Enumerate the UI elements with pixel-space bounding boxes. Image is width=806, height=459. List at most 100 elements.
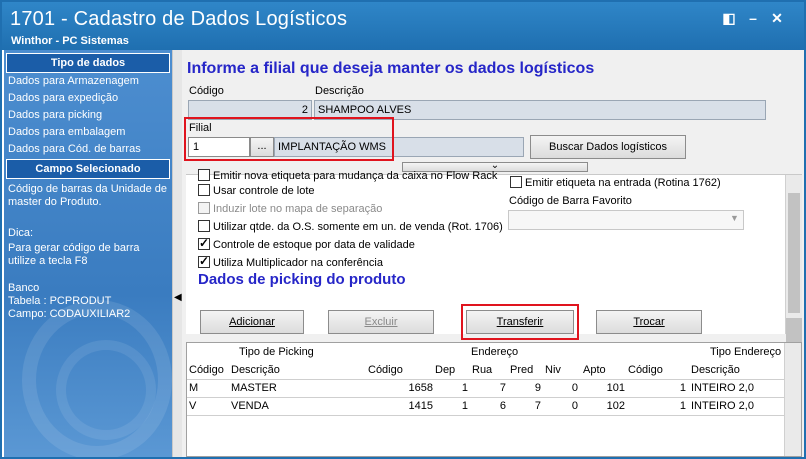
minimize-icon[interactable]: – bbox=[744, 10, 762, 26]
col-header-tipo-descricao[interactable]: Descrição bbox=[231, 364, 280, 376]
cell-rua: 7 bbox=[499, 382, 506, 394]
excluir-button: Excluir bbox=[328, 310, 434, 334]
sidebar-item-picking[interactable]: Dados para picking bbox=[4, 107, 172, 124]
title-bar: 1701 - Cadastro de Dados Logísticos Wint… bbox=[2, 2, 804, 50]
sidebar-item-embalagem[interactable]: Dados para embalagem bbox=[4, 124, 172, 141]
col-header-end-codigo[interactable]: Código bbox=[368, 364, 403, 376]
col-header-tipo-end-codigo[interactable]: Código bbox=[628, 364, 663, 376]
col-header-tipo-codigo[interactable]: Código bbox=[189, 364, 224, 376]
field-description: Código de barras da Unidade de master do… bbox=[8, 183, 168, 208]
sidebar: Tipo de dados Dados para Armazenagem Dad… bbox=[4, 50, 172, 457]
cell-tipo-descricao: VENDA bbox=[231, 400, 269, 412]
cell-apto: 102 bbox=[606, 400, 625, 412]
grid-scrollbar[interactable] bbox=[784, 343, 801, 456]
grid-row-divider bbox=[187, 397, 785, 398]
cell-pred: 9 bbox=[534, 382, 541, 394]
option-controle-validade[interactable]: Controle de estoque por data de validade bbox=[198, 236, 415, 254]
group-header-endereco: Endereço bbox=[471, 346, 519, 358]
cell-niv: 0 bbox=[571, 400, 578, 412]
cell-rua: 6 bbox=[499, 400, 506, 412]
sidebar-item-armazenagem[interactable]: Dados para Armazenagem bbox=[4, 73, 172, 90]
checkbox-induzir-lote bbox=[198, 202, 210, 214]
adicionar-label: Adicionar bbox=[229, 316, 275, 328]
col-header-pred[interactable]: Pred bbox=[510, 364, 533, 376]
col-header-niv[interactable]: Niv bbox=[545, 364, 561, 376]
cell-tipo-end-codigo: 1 bbox=[679, 382, 686, 394]
option-induzir-lote-label: Induzir lote no mapa de separação bbox=[213, 203, 383, 215]
checkbox-controle-lote[interactable] bbox=[198, 184, 210, 196]
grid-header-divider bbox=[187, 379, 785, 380]
checkbox-flow-rack[interactable] bbox=[198, 169, 210, 181]
option-controle-lote[interactable]: Usar controle de lote bbox=[198, 184, 315, 200]
checkbox-qtde-os[interactable] bbox=[198, 220, 210, 232]
option-qtde-os-label: Utilizar qtde. da O.S. somente em un. de… bbox=[213, 221, 503, 233]
cell-apto: 101 bbox=[606, 382, 625, 394]
col-header-rua[interactable]: Rua bbox=[472, 364, 492, 376]
barra-favorito-label: Código de Barra Favorito bbox=[509, 195, 632, 207]
codigo-label: Código bbox=[189, 85, 224, 97]
sidebar-section-tipo-de-dados: Tipo de dados bbox=[6, 53, 170, 73]
close-icon[interactable]: ✕ bbox=[768, 10, 786, 26]
option-flow-rack[interactable]: Emitir nova etiqueta para mudança da cai… bbox=[198, 169, 497, 185]
db-title: Banco bbox=[8, 282, 40, 294]
cell-tipo-codigo: V bbox=[189, 400, 197, 412]
collapse-left-icon[interactable]: ◀ bbox=[174, 292, 182, 303]
col-header-tipo-end-descricao[interactable]: Descrição bbox=[691, 364, 740, 376]
buscar-dados-button[interactable]: Buscar Dados logísticos bbox=[530, 135, 686, 159]
option-multiplicador[interactable]: Utiliza Multiplicador na conferência bbox=[198, 254, 383, 272]
picking-grid: Tipo de Picking Endereço Tipo Endereço C… bbox=[186, 342, 802, 457]
cell-tipo-descricao: MASTER bbox=[231, 382, 277, 394]
trocar-button[interactable]: Trocar bbox=[596, 310, 702, 334]
col-header-apto[interactable]: Apto bbox=[583, 364, 606, 376]
cell-dep: 1 bbox=[461, 382, 468, 394]
cell-pred: 7 bbox=[534, 400, 541, 412]
checkbox-multiplicador[interactable] bbox=[198, 254, 210, 268]
option-emitir-etiqueta-label: Emitir etiqueta na entrada (Rotina 1762) bbox=[525, 177, 721, 189]
form-heading: Informe a filial que deseja manter os da… bbox=[187, 60, 595, 77]
checkbox-emitir-etiqueta[interactable] bbox=[510, 176, 522, 188]
option-qtde-os[interactable]: Utilizar qtde. da O.S. somente em un. de… bbox=[198, 220, 503, 236]
sidebar-splitter[interactable]: ◀ bbox=[172, 50, 182, 457]
trocar-label: Trocar bbox=[633, 316, 665, 328]
tip-text: Para gerar código de barra utilize a tec… bbox=[8, 242, 140, 267]
group-header-tipo-endereco: Tipo Endereço bbox=[710, 346, 782, 358]
window-title: 1701 - Cadastro de Dados Logísticos bbox=[10, 8, 348, 30]
option-induzir-lote: Induzir lote no mapa de separação bbox=[198, 202, 382, 218]
cell-tipo-end-descricao: INTEIRO 2,0 bbox=[691, 382, 754, 394]
highlight-transferir bbox=[461, 304, 579, 340]
option-flow-rack-label: Emitir nova etiqueta para mudança da cai… bbox=[213, 170, 498, 182]
group-header-tipo-picking: Tipo de Picking bbox=[239, 346, 314, 358]
cell-niv: 0 bbox=[571, 382, 578, 394]
restore-icon[interactable]: ◧ bbox=[720, 10, 738, 26]
options-scrollbar[interactable] bbox=[785, 175, 802, 334]
option-controle-validade-label: Controle de estoque por data de validade bbox=[213, 239, 415, 251]
col-header-dep[interactable]: Dep bbox=[435, 364, 455, 376]
picking-heading: Dados de picking do produto bbox=[198, 271, 406, 288]
brand-watermark-inner-icon bbox=[56, 340, 156, 440]
tip-title: Dica: bbox=[8, 227, 34, 239]
descricao-label: Descrição bbox=[315, 85, 364, 97]
cell-end-codigo: 1658 bbox=[408, 382, 433, 394]
sidebar-item-expedicao[interactable]: Dados para expedição bbox=[4, 90, 172, 107]
sidebar-section-campo-selecionado: Campo Selecionado bbox=[6, 159, 170, 179]
option-multiplicador-label: Utiliza Multiplicador na conferência bbox=[213, 257, 383, 269]
cell-dep: 1 bbox=[461, 400, 468, 412]
excluir-label: Excluir bbox=[364, 316, 398, 328]
application-window: 1701 - Cadastro de Dados Logísticos Wint… bbox=[0, 0, 806, 459]
window-subtitle: Winthor - PC Sistemas bbox=[11, 35, 129, 47]
option-controle-lote-label: Usar controle de lote bbox=[213, 185, 315, 197]
checkbox-controle-validade[interactable] bbox=[198, 236, 210, 250]
chevron-down-icon[interactable]: ▼ bbox=[730, 213, 739, 223]
cell-tipo-end-descricao: INTEIRO 2,0 bbox=[691, 400, 754, 412]
grid-row-divider bbox=[187, 415, 785, 416]
highlight-filial bbox=[184, 117, 394, 161]
cell-tipo-codigo: M bbox=[189, 382, 199, 394]
barra-favorito-select[interactable] bbox=[508, 210, 744, 230]
cell-tipo-end-codigo: 1 bbox=[679, 400, 686, 412]
adicionar-button[interactable]: Adicionar bbox=[200, 310, 304, 334]
sidebar-item-cod-barras[interactable]: Dados para Cód. de barras bbox=[4, 141, 172, 158]
cell-end-codigo: 1415 bbox=[408, 400, 433, 412]
main-panel: Informe a filial que deseja manter os da… bbox=[182, 50, 804, 457]
options-scrollbar-thumb[interactable] bbox=[788, 193, 800, 313]
option-emitir-etiqueta[interactable]: Emitir etiqueta na entrada (Rotina 1762) bbox=[510, 176, 721, 192]
